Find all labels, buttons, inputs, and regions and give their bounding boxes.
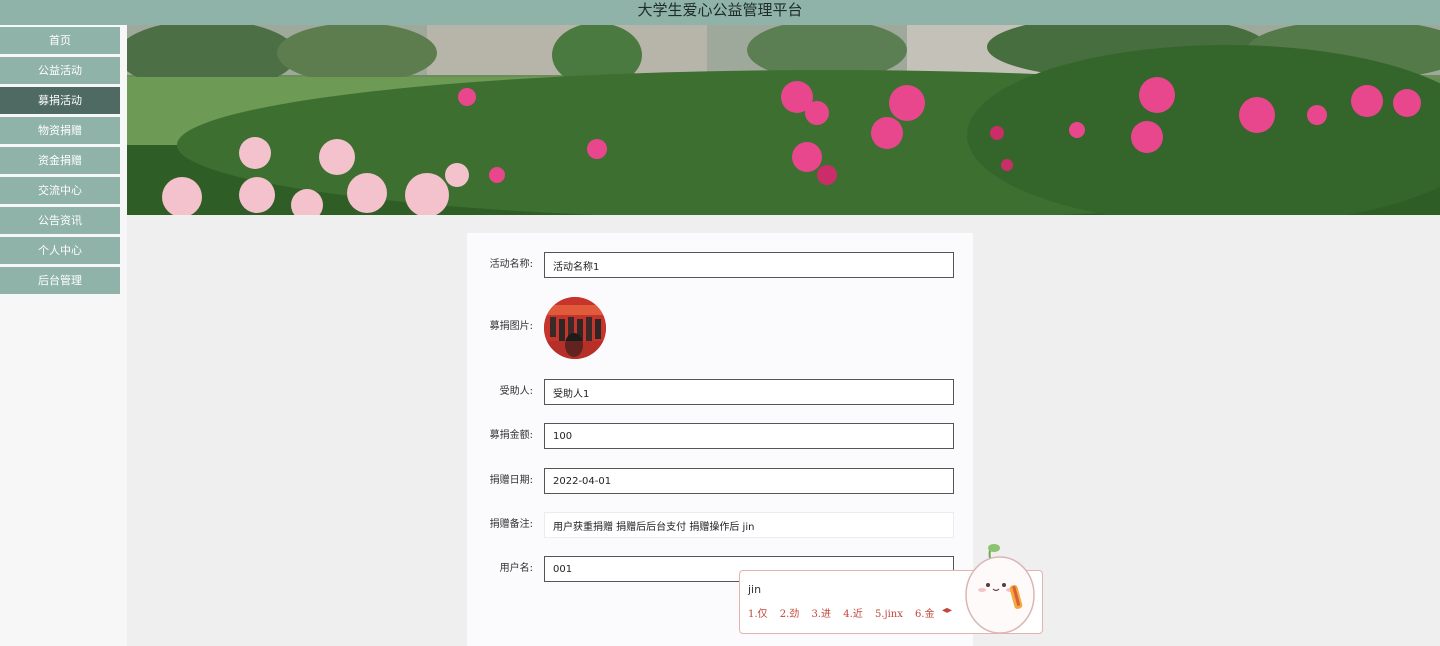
ime-page-arrows-icon[interactable]: ◂▸ [942, 605, 952, 616]
amount-label: 募捐金额: [489, 430, 533, 441]
sidebar-item-label: 个人中心 [38, 244, 82, 257]
beneficiary-input[interactable] [544, 379, 954, 405]
ime-mascot-icon [965, 544, 1035, 634]
sidebar-item-label: 交流中心 [38, 184, 82, 197]
remark-label: 捐赠备注: [489, 519, 533, 530]
date-input[interactable] [544, 468, 954, 494]
ime-composition-text: jin [748, 583, 762, 596]
sidebar-item-home[interactable]: 首页 [0, 27, 120, 54]
ime-candidate[interactable]: 2.劲 [780, 609, 800, 620]
flower-garden-illustration [127, 25, 1440, 215]
image-label: 募捐图片: [489, 321, 533, 332]
amount-input[interactable] [544, 423, 954, 449]
sidebar-item-fundraising[interactable]: 募捐活动 [0, 87, 120, 114]
date-label: 捐赠日期: [489, 475, 533, 486]
sidebar-item-label: 后台管理 [38, 274, 82, 287]
ime-candidate-list: 1.仅 2.劲 3.进 4.近 5.jinx 6.金 [748, 605, 944, 620]
remark-input[interactable] [544, 512, 954, 538]
sidebar-item-material-donation[interactable]: 物资捐赠 [0, 117, 120, 144]
sidebar-item-label: 物资捐赠 [38, 124, 82, 137]
ime-candidate[interactable]: 3.进 [811, 609, 831, 620]
beneficiary-label: 受助人: [499, 386, 533, 397]
sidebar-item-label: 募捐活动 [38, 94, 82, 107]
username-label: 用户名: [499, 563, 533, 574]
ime-candidate[interactable]: 1.仅 [748, 609, 768, 620]
sidebar-item-profile[interactable]: 个人中心 [0, 237, 120, 264]
activity-name-label: 活动名称: [489, 259, 533, 270]
sidebar: 首页 公益活动 募捐活动 物资捐赠 资金捐赠 交流中心 公告资讯 个人中心 后台… [0, 25, 127, 646]
sidebar-item-fund-donation[interactable]: 资金捐赠 [0, 147, 120, 174]
sidebar-item-label: 资金捐赠 [38, 154, 82, 167]
app-title: 大学生爱心公益管理平台 [637, 1, 803, 19]
activity-name-input[interactable] [544, 252, 954, 278]
group-photo-icon [544, 297, 606, 359]
sidebar-item-label: 公告资讯 [38, 214, 82, 227]
fundraising-image[interactable] [544, 297, 606, 359]
app-title-bar: 大学生爱心公益管理平台 [0, 0, 1440, 25]
ime-candidate[interactable]: 4.近 [843, 609, 863, 620]
sidebar-item-label: 公益活动 [38, 64, 82, 77]
sidebar-item-news[interactable]: 公告资讯 [0, 207, 120, 234]
banner-image [127, 25, 1440, 215]
sidebar-item-admin[interactable]: 后台管理 [0, 267, 120, 294]
sidebar-item-label: 首页 [49, 34, 71, 47]
sidebar-item-forum[interactable]: 交流中心 [0, 177, 120, 204]
ime-candidate[interactable]: 5.jinx [875, 609, 903, 620]
sidebar-item-charity[interactable]: 公益活动 [0, 57, 120, 84]
ime-candidate[interactable]: 6.金 [915, 609, 935, 620]
